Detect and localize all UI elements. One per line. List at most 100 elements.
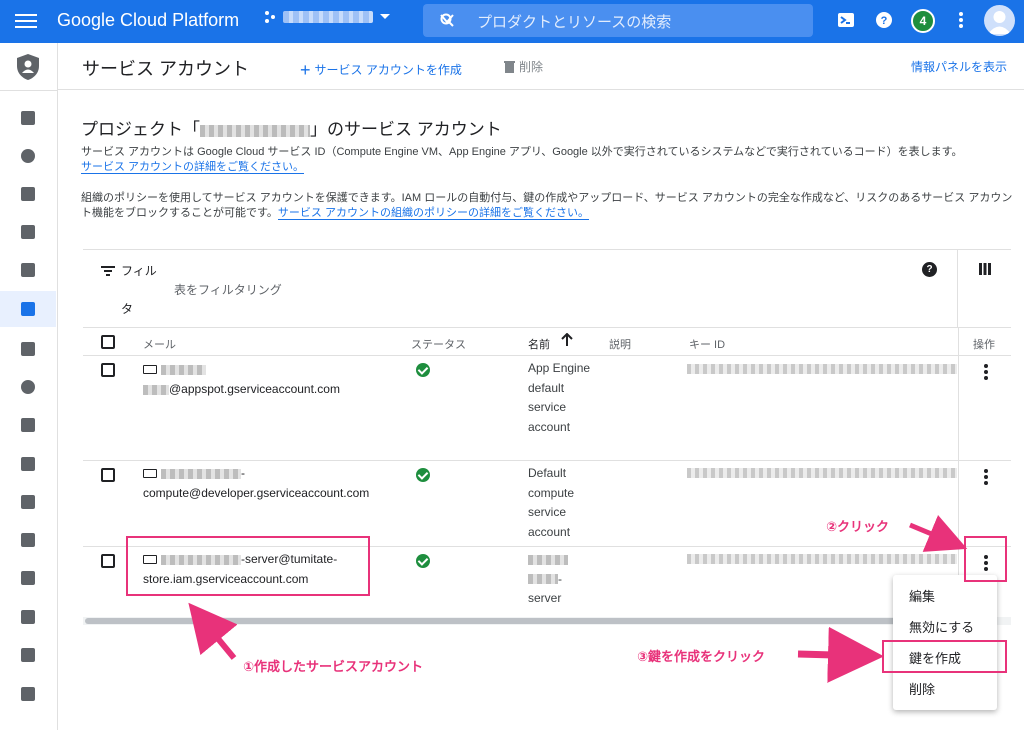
row-actions-menu-icon[interactable]	[981, 469, 991, 487]
rail-item-roles[interactable]	[0, 522, 56, 558]
person-add-icon	[21, 111, 35, 125]
rail-item-audit-logs[interactable]	[0, 560, 56, 596]
create-service-account-label: サービス アカウントを作成	[314, 63, 462, 77]
status-enabled-icon	[416, 363, 430, 377]
row-checkbox[interactable]	[101, 363, 115, 377]
list-icon	[21, 533, 35, 547]
key-id-redacted	[687, 554, 957, 564]
more-vert-icon[interactable]	[954, 11, 968, 29]
menu-item-create-key[interactable]: 鍵を作成	[893, 643, 997, 674]
redacted-text	[161, 554, 241, 565]
account-avatar[interactable]	[984, 5, 1015, 36]
select-all-checkbox[interactable]	[101, 335, 115, 349]
redacted-text	[161, 364, 206, 375]
bug-report-icon	[21, 648, 35, 662]
description-1-text: サービス アカウントは Google Cloud サービス ID（Compute…	[81, 146, 963, 158]
row-email[interactable]: -server@tumitate- store.iam.gserviceacco…	[143, 549, 393, 589]
document-search-icon	[21, 225, 35, 239]
brand-title[interactable]: Google Cloud Platform	[57, 10, 239, 31]
rail-item-add-member[interactable]	[0, 100, 56, 136]
row-checkbox[interactable]	[101, 468, 115, 482]
row-email[interactable]: - compute@developer.gserviceaccount.com	[143, 463, 393, 503]
column-status[interactable]: ステータス	[411, 336, 466, 352]
account-circle-icon	[21, 149, 35, 163]
chevron-down-icon	[380, 14, 390, 19]
menu-item-disable[interactable]: 無効にする	[893, 612, 997, 643]
project-selector[interactable]	[263, 10, 391, 24]
column-email[interactable]: メール	[143, 336, 176, 352]
security-shield-icon	[21, 418, 35, 432]
rail-item-cryptographic-keys[interactable]	[0, 446, 56, 482]
rail-item-identity[interactable]	[0, 138, 56, 174]
row-actions-menu: 編集 無効にする 鍵を作成 削除	[893, 575, 997, 710]
rail-item-groups[interactable]	[0, 599, 56, 635]
heading-prefix: プロジェクト「	[81, 120, 200, 139]
table-horizontal-scrollbar[interactable]	[83, 617, 1011, 625]
redacted-text	[528, 574, 558, 585]
filter-bar: フィル タ 表をフィルタリング ?	[83, 249, 1011, 328]
main-menu-icon[interactable]	[15, 11, 37, 31]
cloud-shell-icon[interactable]	[837, 11, 855, 29]
hat-icon	[21, 495, 35, 509]
iam-shield-logo-icon	[17, 54, 39, 80]
project-name-redacted	[283, 11, 373, 23]
service-account-key-icon	[143, 469, 157, 479]
column-key-id[interactable]: キー ID	[689, 336, 725, 352]
create-service-account-button[interactable]: + サービス アカウントを作成	[300, 58, 462, 80]
rail-item-settings[interactable]	[0, 369, 56, 405]
svg-text:?: ?	[881, 15, 888, 27]
service-account-icon	[21, 302, 35, 316]
rail-item-policy[interactable]	[0, 214, 56, 250]
trash-icon	[504, 61, 515, 73]
column-name[interactable]: 名前	[528, 336, 550, 352]
sort-ascending-icon[interactable]	[561, 333, 573, 347]
column-description[interactable]: 説明	[609, 336, 631, 352]
search-box[interactable]: プロダクトとリソースの検索	[423, 4, 813, 37]
org-policy-details-link[interactable]: サービス アカウントの組織のポリシーの詳細をご覧ください。	[277, 207, 589, 220]
calendar-icon	[21, 687, 35, 701]
email-domain: store.iam.gserviceaccount.com	[143, 572, 309, 586]
page-title: サービス アカウント	[82, 59, 250, 79]
rail-item-service-accounts[interactable]	[0, 291, 56, 327]
notification-badge[interactable]: 4	[911, 9, 935, 33]
service-account-details-link[interactable]: サービス アカウントの詳細をご覧ください。	[81, 161, 305, 174]
key-id-redacted	[687, 468, 957, 478]
menu-item-delete[interactable]: 削除	[893, 674, 997, 705]
rail-item-organizations[interactable]	[0, 252, 56, 288]
annotation-step3: ③鍵を作成をクリック	[637, 649, 766, 664]
scrollbar-thumb[interactable]	[85, 618, 985, 624]
filter-input[interactable]: 表をフィルタリング	[174, 281, 282, 298]
list-document-icon	[21, 263, 35, 277]
table-header: メール ステータス 名前 説明 キー ID 操作	[83, 327, 1011, 356]
email-suffix: -server@tumitate-	[241, 552, 338, 566]
column-display-icon[interactable]	[979, 263, 991, 275]
redacted-text	[528, 554, 568, 565]
rail-item-essential-contacts[interactable]	[0, 676, 56, 712]
column-actions: 操作	[973, 339, 995, 351]
show-info-panel-button[interactable]: 情報パネルを表示	[911, 58, 1007, 75]
left-nav-rail	[0, 43, 58, 730]
rail-item-privacy[interactable]	[0, 407, 56, 443]
help-icon[interactable]: ?	[875, 11, 893, 29]
email-domain: compute@developer.gserviceaccount.com	[143, 486, 370, 500]
name-line3: server	[528, 591, 562, 605]
name-suffix: -	[558, 571, 562, 586]
row-name: - server	[528, 550, 598, 609]
rail-item-identity-aware-proxy[interactable]	[0, 484, 56, 520]
row-email[interactable]: @appspot.gserviceaccount.com	[143, 359, 393, 399]
rail-item-troubleshooter[interactable]	[0, 176, 56, 212]
row-actions-menu-icon[interactable]	[981, 364, 991, 382]
description-paragraph-1: サービス アカウントは Google Cloud サービス ID（Compute…	[81, 145, 1011, 175]
delete-button[interactable]: 削除	[504, 58, 543, 75]
row-checkbox[interactable]	[101, 554, 115, 568]
row-actions-menu-icon[interactable]	[981, 555, 991, 573]
rail-item-quotas[interactable]	[0, 637, 56, 673]
section-heading: プロジェクト「 」のサービス アカウント	[81, 115, 502, 140]
rail-item-labels[interactable]	[0, 331, 56, 367]
label-tag-icon	[21, 342, 35, 356]
table-help-icon[interactable]: ?	[922, 262, 937, 277]
keys-icon	[21, 457, 35, 471]
contact-card-icon	[21, 571, 35, 585]
search-expand-icon[interactable]	[440, 14, 454, 24]
menu-item-edit[interactable]: 編集	[893, 581, 997, 612]
